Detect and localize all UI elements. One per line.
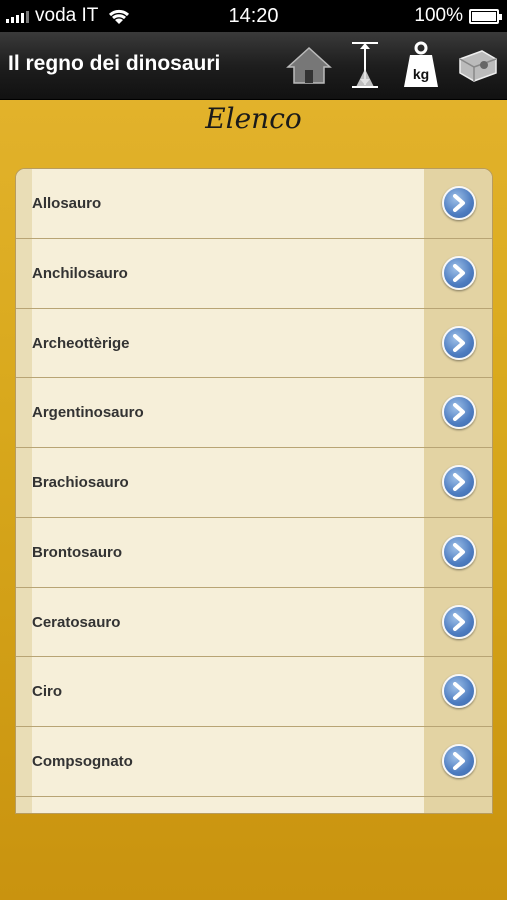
chevron-right-icon[interactable] [442,325,476,360]
weight-label: kg [413,66,429,82]
battery-icon [469,8,502,24]
nav-icons: kg [285,38,501,92]
battery-percent: 100% [414,5,463,26]
list-item-label: Anchilosauro [32,264,128,282]
list-item[interactable]: Brachiosauro [16,448,492,518]
nav-bar: Il regno dei dinosauri kg [0,32,507,100]
home-icon[interactable] [285,38,333,92]
height-icon[interactable] [341,38,389,92]
chevron-right-icon[interactable] [442,674,476,709]
tape-measure-icon[interactable] [453,38,501,92]
status-bar: voda IT 14:20 100% [0,0,507,32]
weight-icon[interactable]: kg [397,38,445,92]
list-item-label: Brachiosauro [32,474,129,491]
chevron-right-icon[interactable] [442,186,476,220]
chevron-right-icon[interactable] [442,255,476,290]
list-item[interactable] [16,796,492,813]
list-item-label: Ciro [32,683,62,701]
list-item[interactable]: Anchilosauro [16,238,492,309]
list-item-label: Allosauro [32,195,102,212]
list-item[interactable]: Ceratosauro [16,587,492,658]
list-item-label: Compsognato [32,753,133,770]
list-item-label: Archeottèrige [32,334,130,352]
list-item-label: Argentinosauro [32,404,144,422]
dinosaur-list: Allosauro Anchilosauro Archeottèrige Argent… [15,168,493,814]
list-item-label: Ceratosauro [32,613,121,631]
chevron-right-icon[interactable] [442,604,476,639]
list-item[interactable]: Compsognato [16,727,492,797]
list-item[interactable]: Allosauro [16,169,492,239]
list-item[interactable]: Archeottèrige [16,308,492,379]
chevron-right-icon[interactable] [442,744,476,778]
page-title: Il regno dei dinosauri [8,52,221,75]
chevron-right-icon[interactable] [442,395,476,430]
section-heading: Elenco [205,102,302,135]
chevron-right-icon[interactable] [442,465,476,499]
list-item[interactable]: Brontosauro [16,517,492,588]
list-item-label: Brontosauro [32,543,122,561]
chevron-right-icon[interactable] [442,534,476,569]
list-item[interactable]: Argentinosauro [16,378,492,448]
list-item[interactable]: Ciro [16,657,492,727]
status-right: 100% [414,5,502,27]
